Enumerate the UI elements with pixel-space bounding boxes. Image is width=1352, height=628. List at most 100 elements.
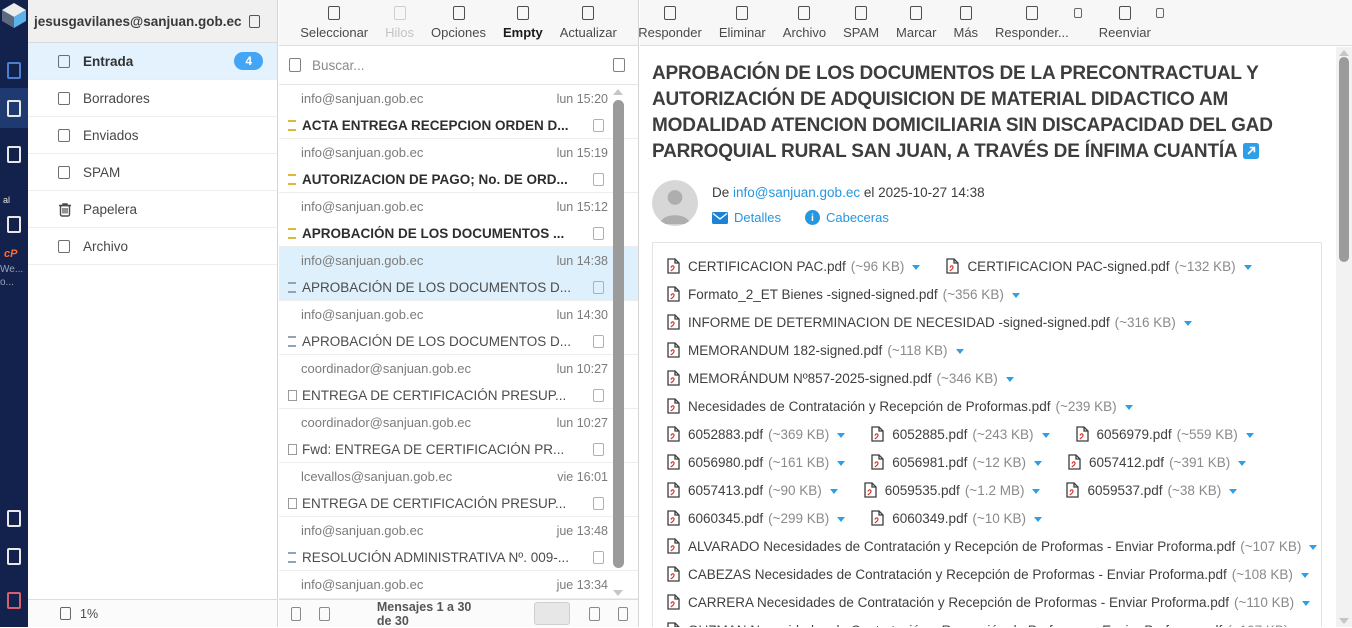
attachment-dropdown-icon[interactable] — [837, 517, 845, 522]
rail-item-5[interactable] — [0, 538, 28, 574]
sidebar-item-papelera[interactable]: Papelera — [28, 191, 277, 228]
attachment-dropdown-icon[interactable] — [1125, 405, 1133, 410]
select-all-icon[interactable] — [291, 607, 301, 621]
attachment-item[interactable]: 6056979.pdf(~559 KB) — [1076, 426, 1254, 442]
message-status-icon[interactable] — [287, 336, 297, 347]
archivo-button[interactable]: Archivo — [783, 6, 826, 40]
message-checkbox[interactable] — [593, 227, 604, 240]
responder-button[interactable]: Responder... — [995, 6, 1069, 40]
message-status-icon[interactable] — [287, 282, 297, 293]
open-in-new-window-icon[interactable] — [1243, 141, 1259, 167]
scroll-down-icon[interactable] — [613, 590, 623, 596]
message-status-icon[interactable] — [287, 498, 297, 509]
attachment-item[interactable]: ALVARADO Necesidades de Contratación y R… — [667, 538, 1317, 554]
message-status-icon[interactable] — [287, 174, 297, 185]
scroll-up-icon[interactable] — [613, 89, 623, 95]
list-scrollbar-thumb[interactable] — [613, 100, 624, 568]
headers-link[interactable]: Cabeceras — [805, 210, 889, 225]
eliminar-button[interactable]: Eliminar — [719, 6, 766, 40]
message-status-icon[interactable] — [287, 552, 297, 563]
attachment-item[interactable]: 6052885.pdf(~243 KB) — [871, 426, 1049, 442]
sidebar-item-spam[interactable]: SPAM — [28, 154, 277, 191]
message-checkbox[interactable] — [593, 281, 604, 294]
attachment-item[interactable]: GUZMAN Necesidades de Contratación y Rec… — [667, 622, 1304, 627]
list-options-icon[interactable] — [319, 607, 329, 621]
rail-item-2[interactable] — [0, 136, 28, 172]
rail-item-1[interactable] — [0, 52, 28, 88]
attachment-item[interactable]: 6057412.pdf(~391 KB) — [1068, 454, 1246, 470]
attachment-dropdown-icon[interactable] — [1238, 461, 1246, 466]
attachment-dropdown-icon[interactable] — [1006, 377, 1014, 382]
next-page-icon[interactable] — [618, 607, 628, 621]
attachment-dropdown-icon[interactable] — [837, 461, 845, 466]
message-status-icon[interactable] — [287, 444, 297, 455]
empty-button[interactable]: Empty — [503, 6, 543, 40]
attachment-dropdown-icon[interactable] — [1244, 265, 1252, 270]
attachment-dropdown-icon[interactable] — [1309, 545, 1317, 550]
attachment-dropdown-icon[interactable] — [1184, 321, 1192, 326]
attachment-item[interactable]: CARRERA Necesidades de Contratación y Re… — [667, 594, 1310, 610]
attachment-item[interactable]: 6060349.pdf(~10 KB) — [871, 510, 1042, 526]
sender-email-link[interactable]: info@sanjuan.gob.ec — [733, 185, 860, 200]
message-row[interactable]: coordinador@sanjuan.gob.eclun 10:27Fwd: … — [279, 409, 638, 463]
actualizar-button[interactable]: Actualizar — [560, 6, 617, 40]
attachment-item[interactable]: 6056981.pdf(~12 KB) — [871, 454, 1042, 470]
message-row[interactable]: info@sanjuan.gob.eclun 14:38APROBACIÓN D… — [279, 247, 638, 301]
attachment-item[interactable]: CABEZAS Necesidades de Contratación y Re… — [667, 566, 1309, 582]
message-row[interactable]: info@sanjuan.gob.eclun 15:12APROBACIÓN D… — [279, 193, 638, 247]
scroll-up-icon[interactable] — [1339, 50, 1349, 56]
scroll-down-icon[interactable] — [1339, 618, 1349, 624]
attachment-item[interactable]: 6057413.pdf(~90 KB) — [667, 482, 838, 498]
attachment-item[interactable]: INFORME DE DETERMINACION DE NECESIDAD -s… — [667, 314, 1192, 330]
attachment-dropdown-icon[interactable] — [1301, 573, 1309, 578]
attachment-dropdown-icon[interactable] — [1302, 601, 1310, 606]
attachment-dropdown-icon[interactable] — [1012, 293, 1020, 298]
attachment-dropdown-icon[interactable] — [1246, 433, 1254, 438]
sidebar-item-archivo[interactable]: Archivo — [28, 228, 277, 265]
details-link[interactable]: Detalles — [712, 210, 781, 225]
dropdown-caret-icon[interactable] — [1074, 8, 1082, 18]
attachment-item[interactable]: CERTIFICACION PAC-signed.pdf(~132 KB) — [946, 258, 1251, 274]
list-scrollbar[interactable] — [612, 86, 625, 599]
message-row[interactable]: info@sanjuan.gob.ecjue 13:34 — [279, 571, 638, 599]
responder-button[interactable]: Responder — [638, 6, 702, 40]
attachment-dropdown-icon[interactable] — [1034, 517, 1042, 522]
mail-scrollbar[interactable] — [1336, 47, 1352, 627]
sidebar-item-borradores[interactable]: Borradores — [28, 80, 277, 117]
attachment-dropdown-icon[interactable] — [830, 489, 838, 494]
attachment-dropdown-icon[interactable] — [1034, 461, 1042, 466]
message-row[interactable]: info@sanjuan.gob.ecjue 13:48RESOLUCIÓN A… — [279, 517, 638, 571]
reenviar-button[interactable]: Reenviar — [1099, 6, 1151, 40]
message-checkbox[interactable] — [593, 173, 604, 186]
rail-item-logout[interactable] — [0, 582, 28, 618]
message-row[interactable]: lcevallos@sanjuan.gob.ecvie 16:01ENTREGA… — [279, 463, 638, 517]
message-status-icon[interactable] — [287, 228, 297, 239]
dropdown-caret-icon[interactable] — [1156, 8, 1164, 18]
message-status-icon[interactable] — [287, 120, 297, 131]
rail-item-3[interactable] — [0, 206, 28, 242]
attachment-dropdown-icon[interactable] — [912, 265, 920, 270]
rail-item-mail-active[interactable] — [0, 88, 28, 128]
rail-item-4[interactable] — [0, 500, 28, 536]
seleccionar-button[interactable]: Seleccionar — [300, 6, 368, 40]
message-checkbox[interactable] — [593, 551, 604, 564]
attachment-item[interactable]: CERTIFICACION PAC.pdf(~96 KB) — [667, 258, 920, 274]
marcar-button[interactable]: Marcar — [896, 6, 936, 40]
message-status-icon[interactable] — [287, 390, 297, 401]
attachment-item[interactable]: 6060345.pdf(~299 KB) — [667, 510, 845, 526]
spam-button[interactable]: SPAM — [843, 6, 879, 40]
attachment-dropdown-icon[interactable] — [956, 349, 964, 354]
message-row[interactable]: info@sanjuan.gob.eclun 14:30APROBACIÓN D… — [279, 301, 638, 355]
sidebar-item-entrada[interactable]: Entrada4 — [28, 43, 277, 80]
message-row[interactable]: info@sanjuan.gob.eclun 15:19AUTORIZACION… — [279, 139, 638, 193]
attachment-dropdown-icon[interactable] — [837, 433, 845, 438]
message-checkbox[interactable] — [593, 443, 604, 456]
prev-page-icon[interactable] — [589, 607, 599, 621]
account-header[interactable]: jesusgavilanes@sanjuan.gob.ec — [28, 0, 277, 43]
attachment-dropdown-icon[interactable] — [1042, 433, 1050, 438]
message-row[interactable]: info@sanjuan.gob.eclun 15:20ACTA ENTREGA… — [279, 85, 638, 139]
mail-scrollbar-thumb[interactable] — [1339, 57, 1349, 262]
message-checkbox[interactable] — [593, 119, 604, 132]
attachment-item[interactable]: 6052883.pdf(~369 KB) — [667, 426, 845, 442]
attachment-item[interactable]: 6056980.pdf(~161 KB) — [667, 454, 845, 470]
